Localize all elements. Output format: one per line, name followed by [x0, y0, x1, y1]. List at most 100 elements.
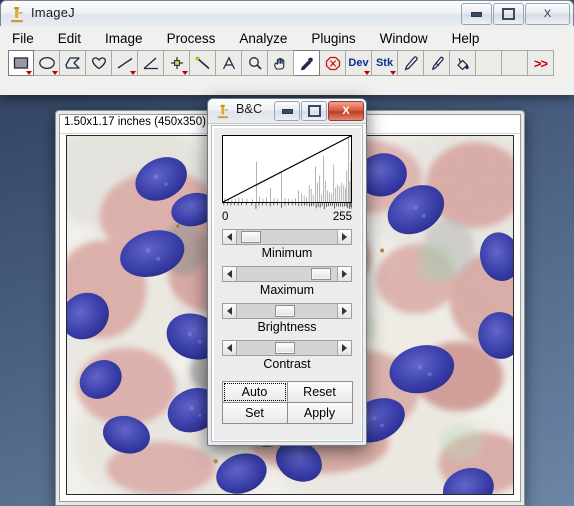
- minimize-icon: [471, 11, 482, 17]
- bc-window-controls[interactable]: X: [273, 101, 364, 121]
- menu-item-edit[interactable]: Edit: [56, 30, 83, 47]
- wand-tool[interactable]: [190, 50, 216, 76]
- dropdown-indicator[interactable]: [364, 71, 370, 75]
- imagej-main-window[interactable]: ImageJ X File Edit Image Process Analyze: [0, 0, 574, 95]
- brightness-slider-left-arrow[interactable]: [223, 304, 237, 318]
- menu-item-plugins[interactable]: Plugins: [309, 30, 357, 47]
- menu-item-window[interactable]: Window: [378, 30, 430, 47]
- contrast-slider-block: Contrast: [222, 340, 352, 371]
- menu-item-analyze[interactable]: Analyze: [237, 30, 289, 47]
- dropdown-indicator[interactable]: [52, 71, 58, 75]
- bc-minimize-button[interactable]: [274, 101, 300, 121]
- maximum-slider[interactable]: [222, 266, 352, 282]
- imagej-window-controls[interactable]: X: [460, 3, 570, 25]
- arrow-left-icon: [227, 270, 232, 278]
- menu-item-help[interactable]: Help: [450, 30, 482, 47]
- maximize-icon: [307, 105, 321, 117]
- more-tools-button[interactable]: >>: [528, 50, 554, 76]
- brightness-slider-block: Brightness: [222, 303, 352, 334]
- pencil-tool[interactable]: [398, 50, 424, 76]
- set-button[interactable]: Set: [221, 401, 288, 424]
- double-chevron-right-icon: >>: [533, 55, 548, 71]
- menu-item-file[interactable]: File: [10, 30, 36, 47]
- brush-tool[interactable]: [424, 50, 450, 76]
- point-icon: [170, 56, 183, 69]
- oval-tool[interactable]: [34, 50, 60, 76]
- text-a-icon: [222, 55, 235, 69]
- maximize-button[interactable]: [493, 3, 524, 25]
- brightness-slider[interactable]: [222, 303, 352, 319]
- minimum-slider-left-arrow[interactable]: [223, 230, 237, 244]
- toolbar[interactable]: Dev Stk >>: [8, 50, 554, 76]
- maximum-slider-thumb[interactable]: [311, 268, 331, 280]
- imagej-titlebar[interactable]: ImageJ X: [1, 1, 573, 28]
- rectangle-tool[interactable]: [8, 50, 34, 76]
- line-tool[interactable]: [112, 50, 138, 76]
- point-tool[interactable]: [164, 50, 190, 76]
- polygon-tool[interactable]: [60, 50, 86, 76]
- menu-item-process[interactable]: Process: [165, 30, 218, 47]
- reset-button[interactable]: Reset: [286, 380, 353, 403]
- dropdown-indicator[interactable]: [26, 71, 32, 75]
- arrow-right-icon: [342, 270, 347, 278]
- wand-icon: [195, 56, 210, 69]
- contrast-slider-right-arrow[interactable]: [337, 341, 351, 355]
- paintbrush-icon: [431, 56, 444, 70]
- imagej-title: ImageJ: [31, 5, 75, 20]
- contrast-slider-label: Contrast: [263, 357, 311, 371]
- dropper-tool[interactable]: [294, 50, 320, 76]
- stk-tool[interactable]: Stk: [372, 50, 398, 76]
- maximum-slider-track[interactable]: [237, 267, 337, 281]
- maximize-icon: [502, 8, 515, 20]
- polygon-icon: [64, 56, 80, 69]
- close-icon: X: [543, 8, 552, 20]
- contrast-slider-left-arrow[interactable]: [223, 341, 237, 355]
- minimize-icon: [281, 108, 293, 114]
- minimum-slider-thumb[interactable]: [241, 231, 261, 243]
- rectangle-icon: [13, 56, 28, 69]
- dropdown-indicator[interactable]: [182, 71, 188, 75]
- microscope-icon: [216, 103, 232, 121]
- bc-close-button[interactable]: X: [328, 101, 364, 121]
- bc-titlebar[interactable]: B&C X: [208, 99, 366, 124]
- zoom-tool[interactable]: [242, 50, 268, 76]
- brightness-slider-label: Brightness: [257, 320, 317, 334]
- freehand-tool[interactable]: [86, 50, 112, 76]
- eyedropper-icon: [300, 57, 313, 70]
- menubar[interactable]: File Edit Image Process Analyze Plugins …: [0, 26, 574, 50]
- close-button[interactable]: X: [525, 3, 570, 25]
- fill-tool[interactable]: [450, 50, 476, 76]
- menu-item-image[interactable]: Image: [103, 30, 145, 47]
- brightness-slider-thumb[interactable]: [275, 305, 295, 317]
- dropdown-indicator[interactable]: [390, 71, 396, 75]
- stop-tool[interactable]: [320, 50, 346, 76]
- contrast-slider[interactable]: [222, 340, 352, 356]
- maximum-slider-right-arrow[interactable]: [337, 267, 351, 281]
- histogram-max-label: 255: [332, 211, 352, 223]
- contrast-slider-track[interactable]: [237, 341, 337, 355]
- line-icon: [117, 57, 132, 69]
- hand-tool[interactable]: [268, 50, 294, 76]
- apply-button[interactable]: Apply: [286, 401, 353, 424]
- dropdown-indicator[interactable]: [130, 71, 136, 75]
- bc-maximize-button[interactable]: [301, 101, 327, 121]
- empty-slot-2[interactable]: [502, 50, 528, 76]
- arrow-right-icon: [342, 344, 347, 352]
- close-icon: X: [342, 105, 350, 117]
- brightness-slider-track[interactable]: [237, 304, 337, 318]
- microscope-icon: [9, 5, 25, 23]
- dev-tool[interactable]: Dev: [346, 50, 372, 76]
- minimize-button[interactable]: [461, 3, 492, 25]
- minimum-slider-right-arrow[interactable]: [337, 230, 351, 244]
- minimum-slider[interactable]: [222, 229, 352, 245]
- minimum-slider-track[interactable]: [237, 230, 337, 244]
- empty-slot-1[interactable]: [476, 50, 502, 76]
- brightness-contrast-dialog[interactable]: B&C X 0 255 Minimum Maximum Brightness C…: [207, 98, 367, 446]
- angle-tool[interactable]: [138, 50, 164, 76]
- maximum-slider-left-arrow[interactable]: [223, 267, 237, 281]
- auto-button[interactable]: Auto: [221, 380, 288, 403]
- histogram-plot: [222, 135, 352, 203]
- contrast-slider-thumb[interactable]: [275, 342, 295, 354]
- text-tool[interactable]: [216, 50, 242, 76]
- brightness-slider-right-arrow[interactable]: [337, 304, 351, 318]
